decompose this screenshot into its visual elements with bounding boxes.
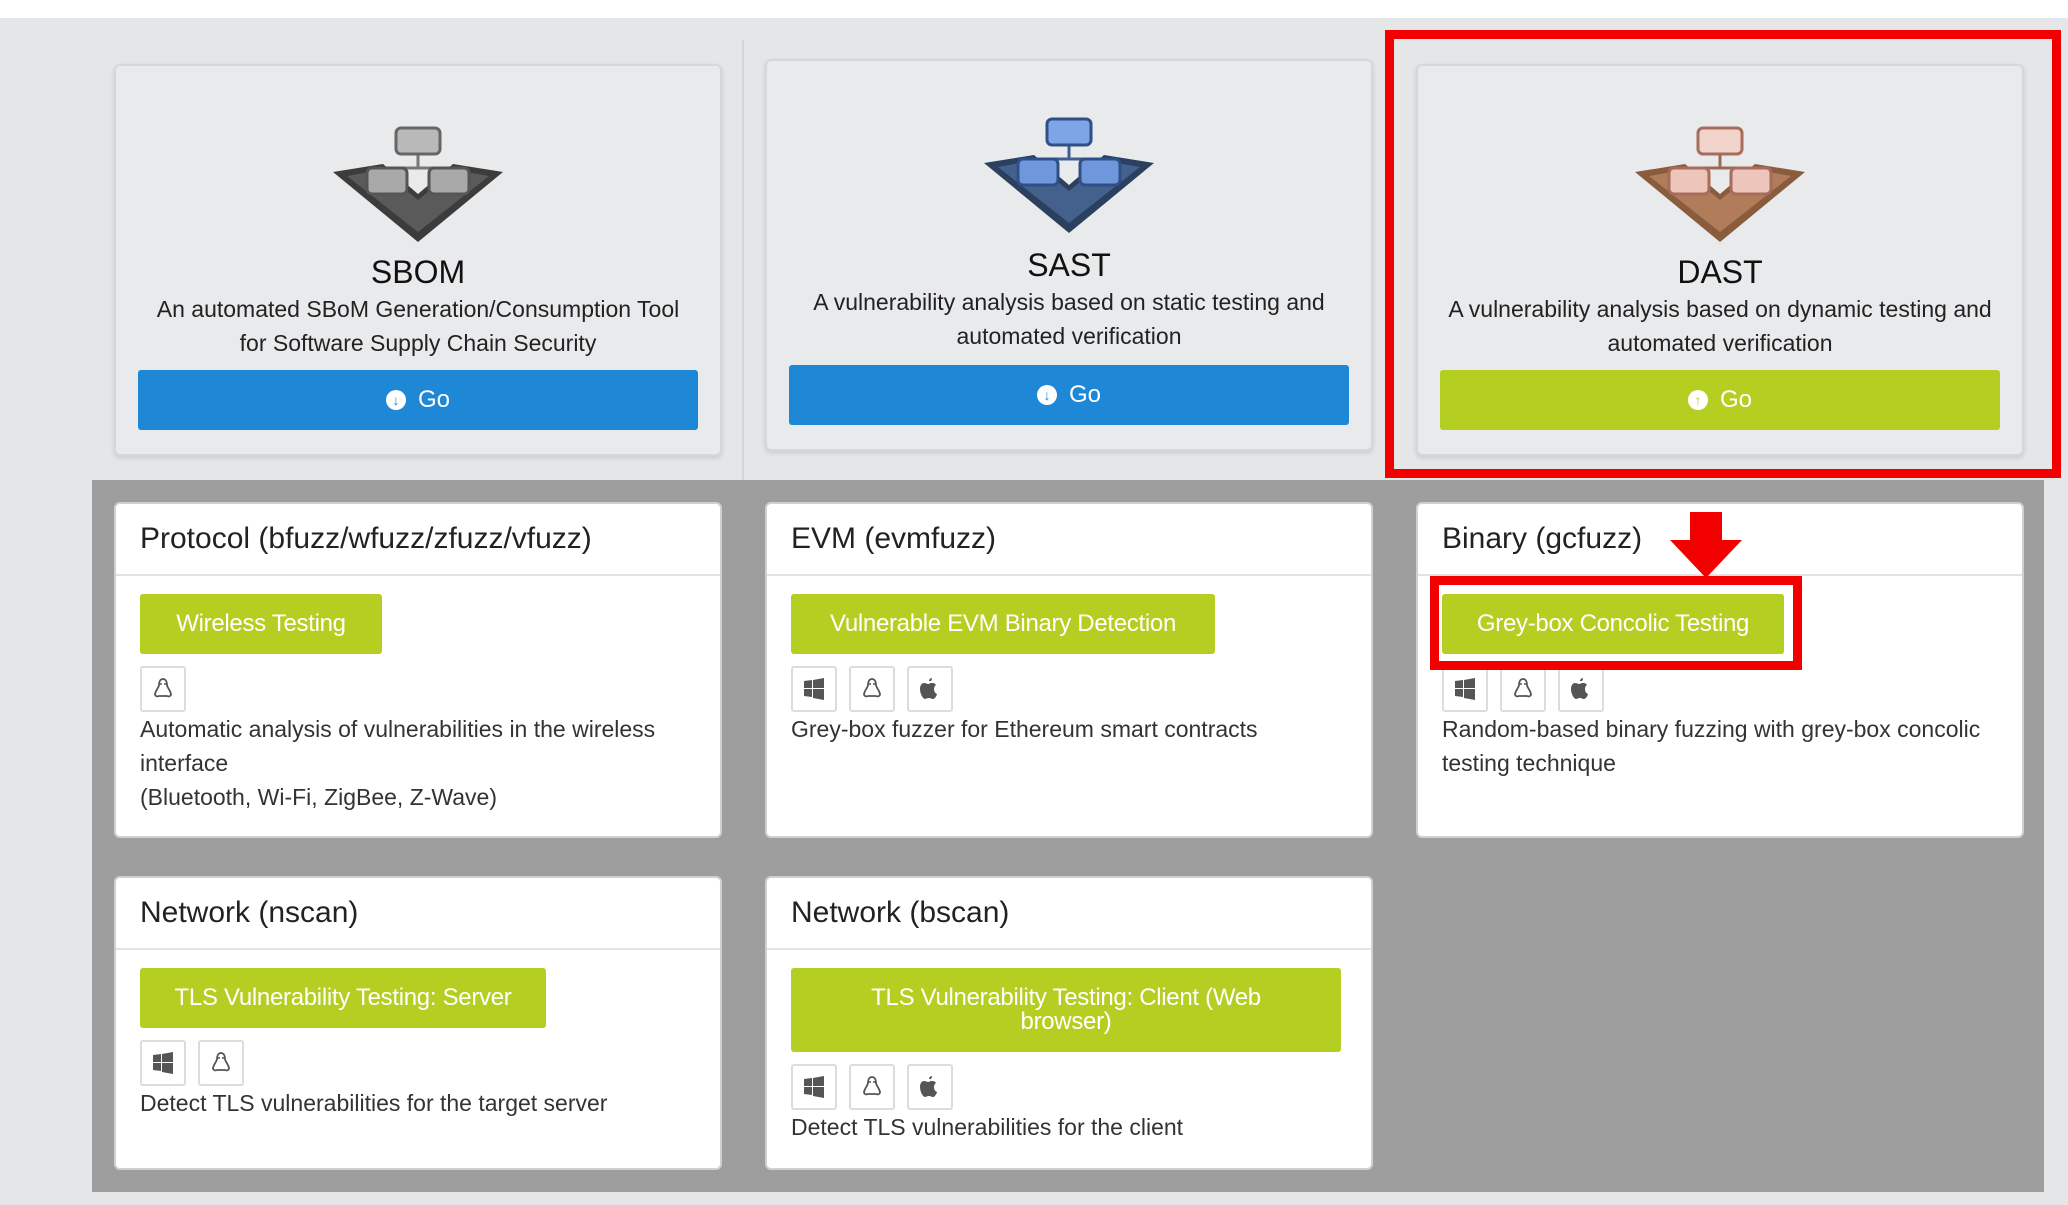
go-label: Go	[1068, 381, 1101, 408]
desc-line: Automatic analysis of vulnerabilities in…	[140, 716, 656, 742]
tool-card-nscan: Network (nscan) TLS Vulnerability Testin…	[114, 876, 722, 1170]
desc-line: (Bluetooth, Wi-Fi, ZigBee, Z-Wave)	[140, 784, 498, 810]
category-title: SBOM	[370, 254, 466, 290]
apple-icon	[907, 666, 953, 712]
desc-line: Detect TLS vulnerabilities for the targe…	[140, 1090, 608, 1116]
desc-line: Random-based binary fuzzing with grey-bo…	[1442, 716, 1981, 742]
apple-icon	[907, 1064, 953, 1110]
linux-icon	[1500, 666, 1546, 712]
tool-title: EVM (evmfuzz)	[767, 504, 1371, 576]
desc-line: interface	[140, 750, 229, 776]
sast-card: SAST A vulnerability analysis based on s…	[765, 59, 1373, 451]
apple-icon	[1558, 666, 1604, 712]
tool-card-protocol: Protocol (bfuzz/wfuzz/zfuzz/vfuzz) Wirel…	[114, 502, 722, 838]
red-down-arrow-icon	[1670, 512, 1742, 578]
platform-list	[791, 666, 953, 712]
desc-line: automated verification	[1607, 330, 1833, 356]
desc-line: An automated SBoM Generation/Consumption…	[156, 296, 680, 322]
tool-title: Network (nscan)	[116, 878, 720, 950]
windows-icon	[1442, 666, 1488, 712]
windows-icon	[140, 1040, 186, 1086]
desc-line: Grey-box fuzzer for Ethereum smart contr…	[791, 716, 1258, 742]
go-label: Go	[417, 386, 450, 413]
desc-line: testing technique	[1442, 750, 1616, 776]
category-title: SAST	[1027, 247, 1111, 283]
wireless-testing-button[interactable]: Wireless Testing	[140, 594, 382, 654]
windows-icon	[791, 1064, 837, 1110]
sast-tree-icon	[984, 117, 1154, 233]
tls-client-testing-button[interactable]: TLS Vulnerability Testing: Client (Web b…	[791, 968, 1341, 1052]
linux-icon	[849, 1064, 895, 1110]
download-circle-icon: ↓	[1036, 385, 1057, 405]
desc-line: for Software Supply Chain Security	[239, 330, 597, 356]
desc-line: A vulnerability analysis based on dynami…	[1448, 296, 1992, 322]
tool-card-bscan: Network (bscan) TLS Vulnerability Testin…	[765, 876, 1373, 1170]
sbom-go-button[interactable]: ↓ Go	[138, 370, 698, 430]
tool-description: Detect TLS vulnerabilities for the clien…	[791, 1110, 1351, 1144]
tool-title: Protocol (bfuzz/wfuzz/zfuzz/vfuzz)	[116, 504, 720, 576]
platform-list	[791, 1064, 953, 1110]
sast-go-button[interactable]: ↓ Go	[789, 365, 1349, 425]
windows-icon	[791, 666, 837, 712]
download-circle-icon: ↓	[385, 390, 406, 410]
grey-box-concolic-testing-button[interactable]: Grey-box Concolic Testing	[1442, 594, 1784, 654]
dast-card: DAST A vulnerability analysis based on d…	[1416, 64, 2024, 456]
desc-line: automated verification	[956, 323, 1182, 349]
go-label: Go	[1719, 386, 1752, 413]
tool-description: Automatic analysis of vulnerabilities in…	[140, 712, 700, 814]
tool-description: Grey-box fuzzer for Ethereum smart contr…	[791, 712, 1351, 746]
linux-icon	[140, 666, 186, 712]
button-line: TLS Vulnerability Testing: Client (Web	[871, 984, 1261, 1011]
column-divider	[742, 40, 744, 480]
button-line: browser)	[1020, 1008, 1112, 1035]
tls-server-testing-button[interactable]: TLS Vulnerability Testing: Server	[140, 968, 546, 1028]
vulnerable-evm-binary-detection-button[interactable]: Vulnerable EVM Binary Detection	[791, 594, 1215, 654]
desc-line: Detect TLS vulnerabilities for the clien…	[791, 1114, 1184, 1140]
tool-title: Network (bscan)	[767, 878, 1371, 950]
dast-tree-icon	[1635, 126, 1805, 242]
linux-icon	[849, 666, 895, 712]
dast-go-button[interactable]: ↑ Go	[1440, 370, 2000, 430]
platform-list	[140, 666, 186, 712]
platform-list	[140, 1040, 244, 1086]
sbom-card: SBOM An automated SBoM Generation/Consum…	[114, 64, 722, 456]
tool-card-evm: EVM (evmfuzz) Vulnerable EVM Binary Dete…	[765, 502, 1373, 838]
linux-icon	[198, 1040, 244, 1086]
category-description: A vulnerability analysis based on dynami…	[1438, 292, 2002, 360]
upload-circle-icon: ↑	[1687, 390, 1708, 410]
tool-description: Random-based binary fuzzing with grey-bo…	[1442, 712, 2002, 780]
category-title: DAST	[1677, 254, 1763, 290]
category-description: An automated SBoM Generation/Consumption…	[136, 292, 700, 360]
desc-line: A vulnerability analysis based on static…	[813, 289, 1325, 315]
tool-description: Detect TLS vulnerabilities for the targe…	[140, 1086, 700, 1120]
sbom-tree-icon	[333, 126, 503, 242]
category-description: A vulnerability analysis based on static…	[787, 285, 1351, 353]
platform-list	[1442, 666, 1604, 712]
